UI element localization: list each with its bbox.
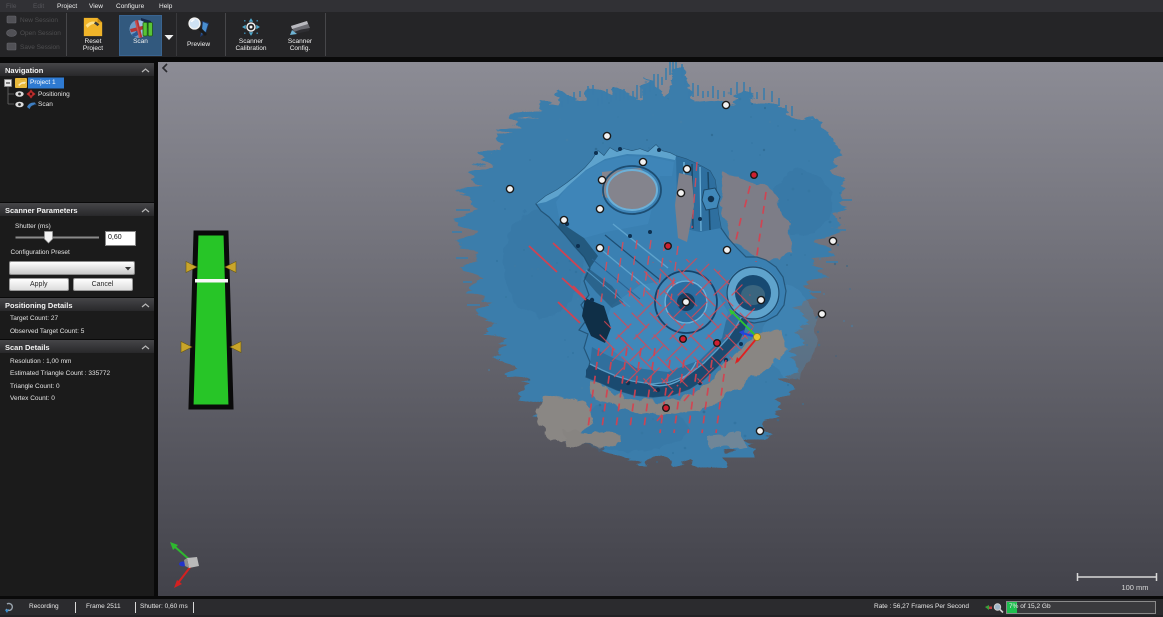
svg-text:100 mm: 100 mm [1121, 583, 1148, 592]
